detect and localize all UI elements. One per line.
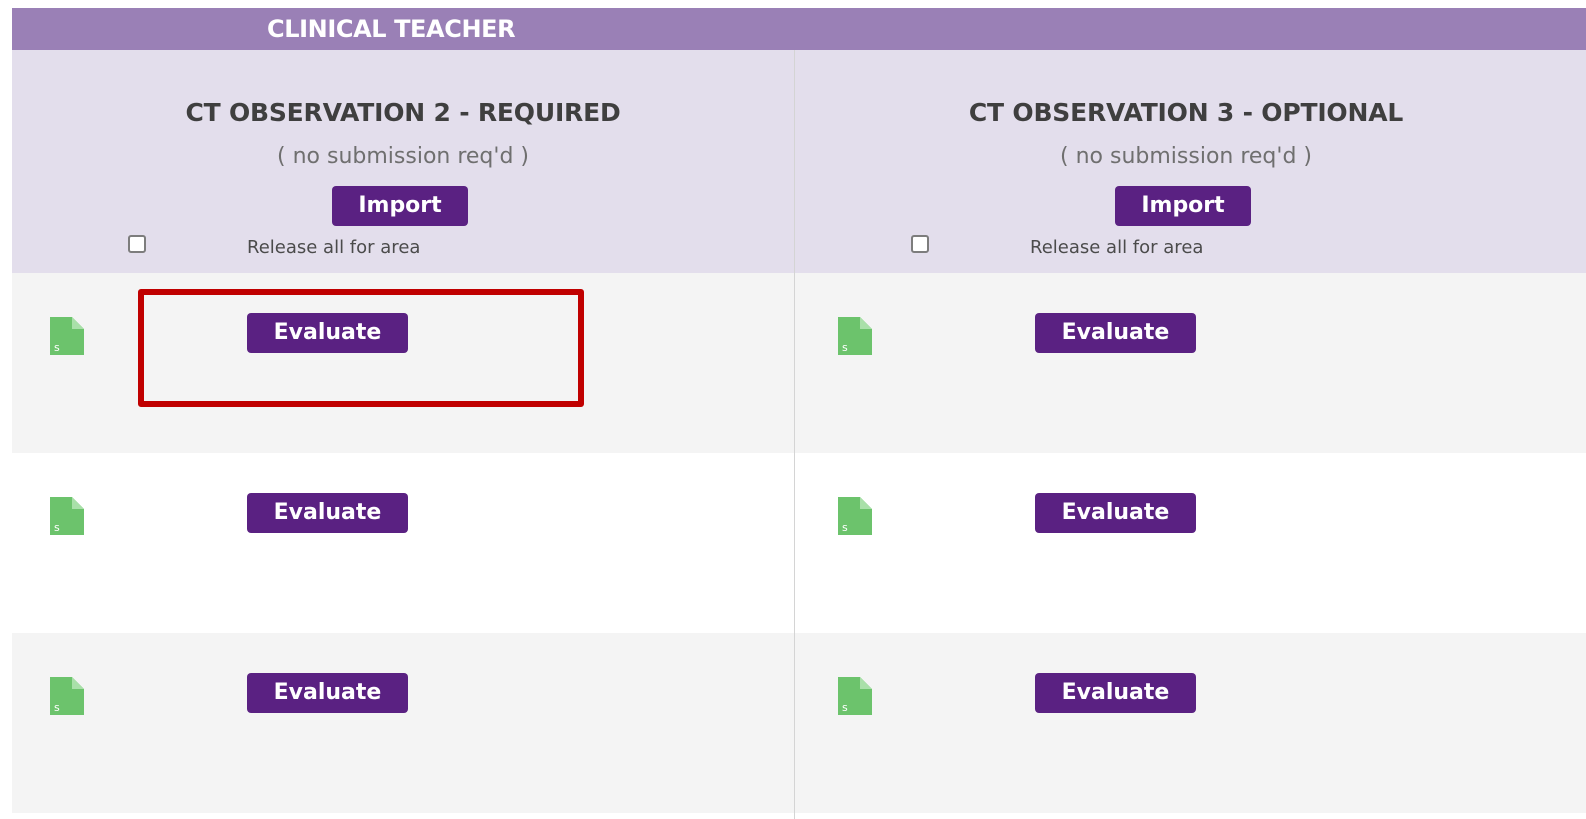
file-icon-label: s <box>54 701 60 714</box>
table-cell-observation-2: s Evaluate <box>12 633 794 813</box>
table-cell-observation-3: s Evaluate <box>800 273 1582 453</box>
evaluate-button[interactable]: Evaluate <box>1035 673 1196 713</box>
release-all-label: Release all for area <box>247 237 421 258</box>
file-icon-label: s <box>54 341 60 354</box>
file-icon-label: s <box>842 341 848 354</box>
column-subtitle: ( no submission req'd ) <box>1060 144 1312 169</box>
column-title: CT OBSERVATION 3 - OPTIONAL <box>968 98 1404 127</box>
release-all-checkbox[interactable] <box>911 235 929 253</box>
section-header-bar: CLINICAL TEACHER <box>12 8 1586 50</box>
clinical-teacher-grid: CLINICAL TEACHER CT OBSERVATION 2 - REQU… <box>12 8 1586 819</box>
column-title: CT OBSERVATION 2 - REQUIRED <box>185 98 621 127</box>
import-button[interactable]: Import <box>1115 186 1251 226</box>
column-subtitle: ( no submission req'd ) <box>277 144 529 169</box>
evaluate-button[interactable]: Evaluate <box>1035 493 1196 533</box>
table-cell-observation-2: s Evaluate <box>12 273 794 453</box>
evaluate-button[interactable]: Evaluate <box>247 313 408 353</box>
section-title: CLINICAL TEACHER <box>267 15 516 43</box>
table-row: s Evaluate s Evaluate <box>12 633 1586 813</box>
table-cell-observation-3: s Evaluate <box>800 453 1582 633</box>
file-icon[interactable]: s <box>50 677 84 715</box>
import-button[interactable]: Import <box>332 186 468 226</box>
column-header-observation-2: CT OBSERVATION 2 - REQUIRED ( no submiss… <box>12 50 794 274</box>
release-all-label: Release all for area <box>1030 237 1204 258</box>
evaluate-button[interactable]: Evaluate <box>247 493 408 533</box>
column-divider <box>794 50 795 819</box>
file-icon[interactable]: s <box>838 677 872 715</box>
release-all-checkbox[interactable] <box>128 235 146 253</box>
table-cell-observation-2: s Evaluate <box>12 453 794 633</box>
file-icon[interactable]: s <box>50 497 84 535</box>
column-header-observation-3: CT OBSERVATION 3 - OPTIONAL ( no submiss… <box>795 50 1586 274</box>
file-icon-label: s <box>842 521 848 534</box>
table-cell-observation-3: s Evaluate <box>800 633 1582 813</box>
file-icon[interactable]: s <box>838 497 872 535</box>
table-row: s Evaluate s Evaluate <box>12 273 1586 453</box>
evaluate-button[interactable]: Evaluate <box>247 673 408 713</box>
table-row: s Evaluate s Evaluate <box>12 453 1586 633</box>
file-icon-label: s <box>54 521 60 534</box>
file-icon[interactable]: s <box>50 317 84 355</box>
evaluate-button[interactable]: Evaluate <box>1035 313 1196 353</box>
file-icon[interactable]: s <box>838 317 872 355</box>
file-icon-label: s <box>842 701 848 714</box>
